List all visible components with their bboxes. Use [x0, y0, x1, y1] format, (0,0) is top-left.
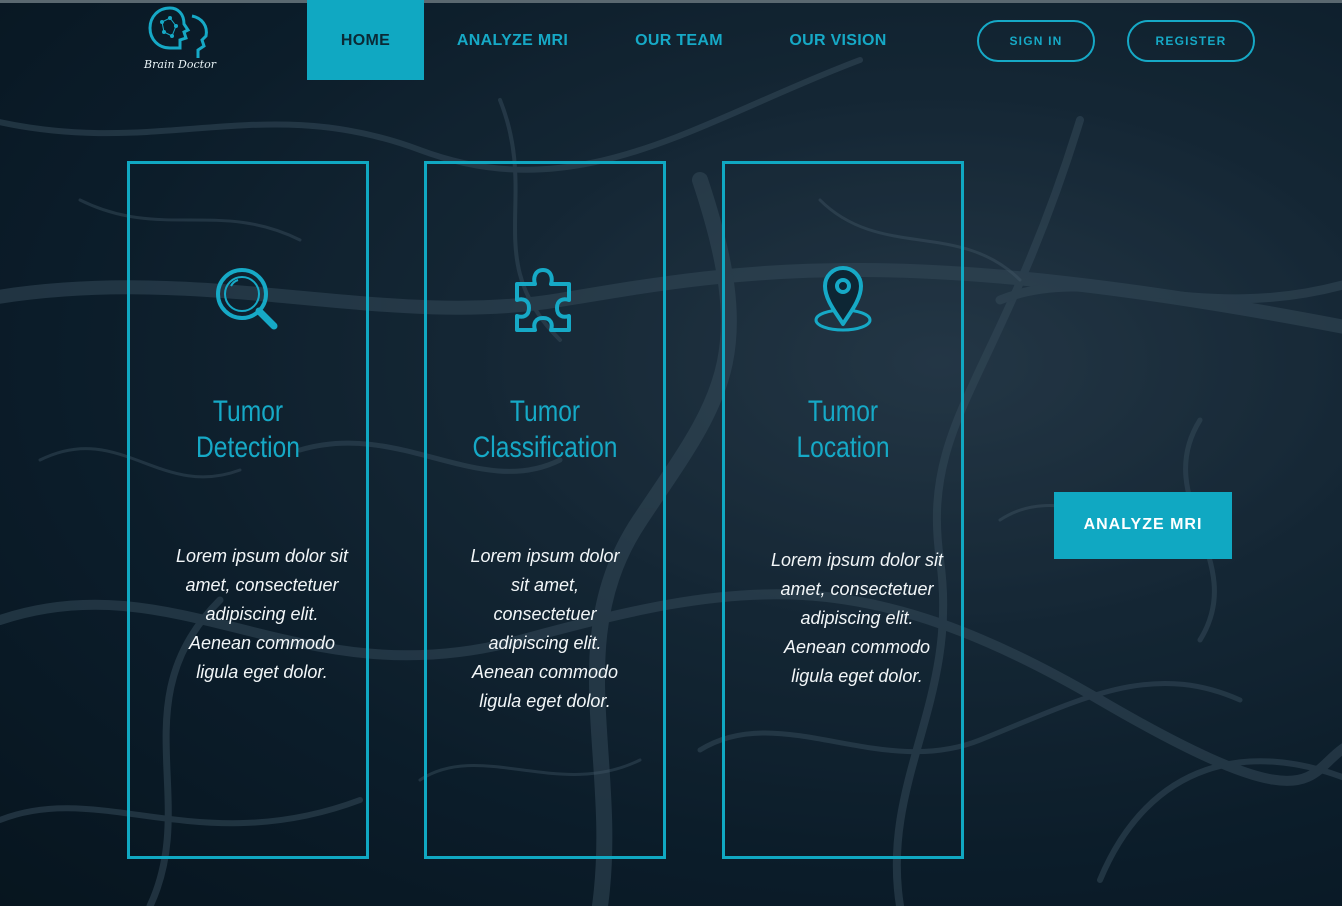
- card-title: Tumor Location: [746, 394, 940, 466]
- card-title-line2: Detection: [196, 431, 300, 464]
- feature-card-detection: Tumor Detection Lorem ipsum dolor sit am…: [127, 161, 369, 859]
- card-title-line2: Location: [796, 431, 890, 464]
- nav-home[interactable]: HOME: [307, 0, 424, 80]
- nav-our-team[interactable]: OUR TEAM: [617, 0, 741, 80]
- puzzle-icon: [515, 268, 571, 332]
- nav-analyze-mri[interactable]: ANALYZE MRI: [441, 0, 584, 80]
- card-title-line2: Classification: [472, 431, 618, 464]
- nav-our-vision[interactable]: OUR VISION: [773, 0, 903, 80]
- brand-logo[interactable]: Brain Doctor: [140, 4, 220, 76]
- card-description: Lorem ipsum dolor sit amet, consectetuer…: [470, 546, 620, 711]
- card-title-line1: Tumor: [212, 395, 284, 428]
- card-title: Tumor Classification: [448, 394, 642, 466]
- card-title-line1: Tumor: [807, 395, 879, 428]
- magnifier-icon: [216, 268, 278, 330]
- location-pin-icon: [814, 266, 872, 332]
- sign-in-button[interactable]: SIGN IN: [977, 20, 1095, 62]
- brand-name: Brain Doctor: [144, 58, 216, 71]
- feature-card-classification: Tumor Classification Lorem ipsum dolor s…: [424, 161, 666, 859]
- register-button[interactable]: REGISTER: [1127, 20, 1255, 62]
- analyze-mri-button[interactable]: ANALYZE MRI: [1054, 492, 1232, 559]
- card-title-line1: Tumor: [509, 395, 581, 428]
- card-title: Tumor Detection: [151, 394, 345, 466]
- brain-head-logo-icon: [148, 6, 208, 58]
- card-description: Lorem ipsum dolor sit amet, consectetuer…: [175, 546, 349, 682]
- feature-card-location: Tumor Location Lorem ipsum dolor sit ame…: [722, 161, 964, 859]
- card-description: Lorem ipsum dolor sit amet, consectetuer…: [770, 550, 944, 686]
